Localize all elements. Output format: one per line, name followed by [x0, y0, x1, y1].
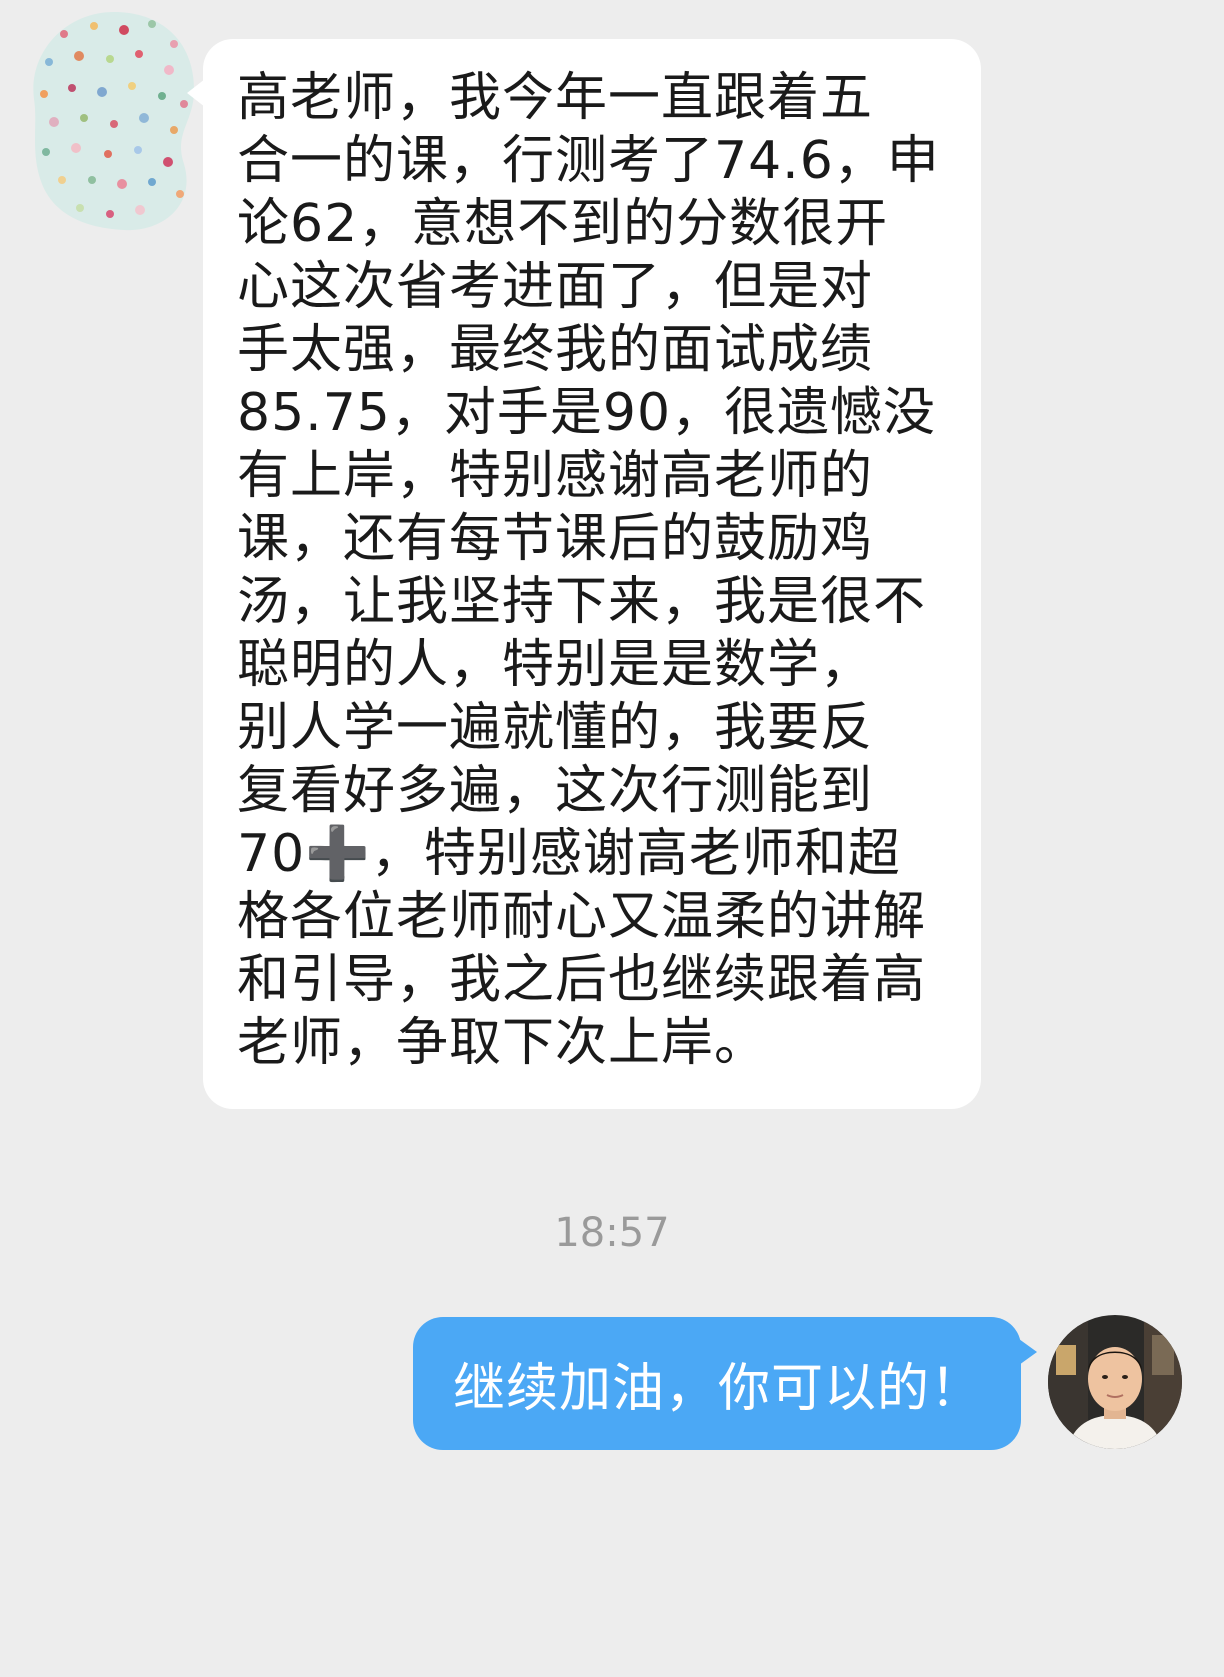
message-line: 手太强，最终我的面试成绩 [237, 320, 874, 380]
message-line: 85.75，对手是90，很遗憾没 [237, 383, 937, 443]
polka-dot-avatar-icon [33, 12, 195, 231]
message-timestamp: 18:57 [554, 1210, 670, 1256]
message-line: 聪明的人，特别是是数学， [237, 635, 874, 695]
incoming-message-bubble[interactable]: 高老师，我今年一直跟着五 合一的课，行测考了74.6，申 论62，意想不到的分数… [187, 39, 981, 1109]
outgoing-message-text: 继续加油，你可以的！ [453, 1359, 984, 1419]
chat-area: 高老师，我今年一直跟着五 合一的课，行测考了74.6，申 论62，意想不到的分数… [0, 0, 1224, 1677]
message-line: 合一的课，行测考了74.6，申 [237, 131, 940, 191]
message-line: 老师，争取下次上岸。 [237, 1013, 768, 1073]
message-line: 论62，意想不到的分数很开 [237, 194, 889, 254]
message-line: 和引导，我之后也继续跟着高 [237, 950, 927, 1010]
user-avatar[interactable] [1048, 1315, 1182, 1449]
user-photo-avatar-icon [1048, 1315, 1182, 1449]
message-line: 汤，让我坚持下来，我是很不 [237, 572, 927, 632]
message-line: 心这次省考进面了，但是对 [237, 257, 874, 317]
message-line: 高老师，我今年一直跟着五 [237, 68, 874, 128]
message-line: 别人学一遍就懂的，我要反 [237, 698, 874, 758]
message-line: 课，还有每节课后的鼓励鸡 [237, 509, 874, 569]
message-line: 格各位老师耐心又温柔的讲解 [237, 887, 927, 947]
message-line: 复看好多遍，这次行测能到 [237, 761, 874, 821]
outgoing-message-bubble[interactable]: 继续加油，你可以的！ [413, 1317, 1037, 1450]
message-line: 有上岸，特别感谢高老师的 [237, 446, 874, 506]
message-line: 70➕，特别感谢高老师和超 [237, 824, 901, 884]
sender-avatar[interactable] [24, 4, 204, 234]
